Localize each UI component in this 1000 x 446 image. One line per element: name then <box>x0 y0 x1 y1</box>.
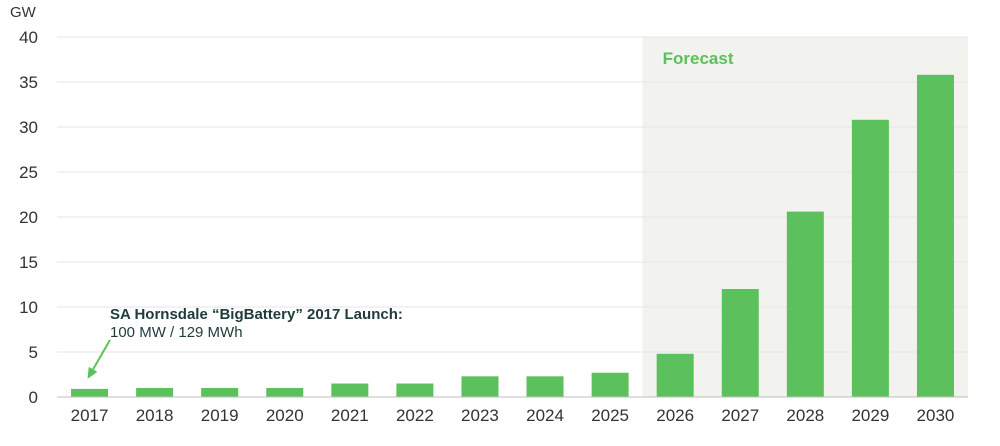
bar-2017 <box>71 388 109 397</box>
y-tick-label: 0 <box>29 388 38 407</box>
y-axis-ticks: 0 5 10 15 20 25 30 35 40 <box>19 28 38 407</box>
x-tick-label: 2024 <box>526 406 564 425</box>
x-tick-label: 2026 <box>656 406 694 425</box>
annotation-arrow-shaft <box>92 339 111 370</box>
x-tick-label: 2020 <box>266 406 304 425</box>
bar-2019 <box>201 388 239 397</box>
bar-chart: Forecast GW 0510152025303540 2017 2018 201… <box>10 4 968 425</box>
x-tick-label: 2019 <box>201 406 239 425</box>
bar-2028 <box>786 211 824 397</box>
annotation-arrow <box>87 339 111 379</box>
bar-2026 <box>656 353 694 397</box>
x-tick-label: 2017 <box>71 406 109 425</box>
x-tick-label: 2023 <box>461 406 499 425</box>
y-tick-label: 20 <box>19 208 38 227</box>
bar-2020 <box>266 388 304 397</box>
bar-2025 <box>591 372 629 397</box>
y-tick-label: 35 <box>19 73 38 92</box>
y-tick-label: 30 <box>19 118 38 137</box>
x-tick-label: 2027 <box>721 406 759 425</box>
bar-2022 <box>396 383 434 397</box>
annotation-title: SA Hornsdale “BigBattery” 2017 Launch: <box>110 306 403 323</box>
bar-2018 <box>136 388 174 397</box>
x-axis-ticks: 2017 2018 2019 2020 2021 2022 2023 2024 2025 2026… <box>71 406 955 425</box>
bar-2024 <box>526 376 564 397</box>
bar-2023 <box>461 376 499 397</box>
y-tick-label: 40 <box>19 28 38 47</box>
y-tick-label: 25 <box>19 163 38 182</box>
annotation-subtitle: 100 MW / 129 MWh <box>110 324 243 341</box>
bar-2030 <box>916 74 954 398</box>
x-tick-label: 2025 <box>591 406 629 425</box>
forecast-label: Forecast <box>663 49 734 68</box>
x-tick-label: 2029 <box>851 406 889 425</box>
x-tick-label: 2030 <box>917 406 955 425</box>
bar-2029 <box>851 119 889 398</box>
y-tick-label: 5 <box>29 343 38 362</box>
x-tick-label: 2021 <box>331 406 369 425</box>
x-tick-label: 2022 <box>396 406 434 425</box>
y-axis-unit-label: GW <box>10 4 37 21</box>
y-tick-label: 15 <box>19 253 38 272</box>
bar-2027 <box>721 289 759 397</box>
x-tick-label: 2028 <box>786 406 824 425</box>
bar-2021 <box>331 383 369 397</box>
y-tick-label: 10 <box>19 298 38 317</box>
x-tick-label: 2018 <box>136 406 174 425</box>
